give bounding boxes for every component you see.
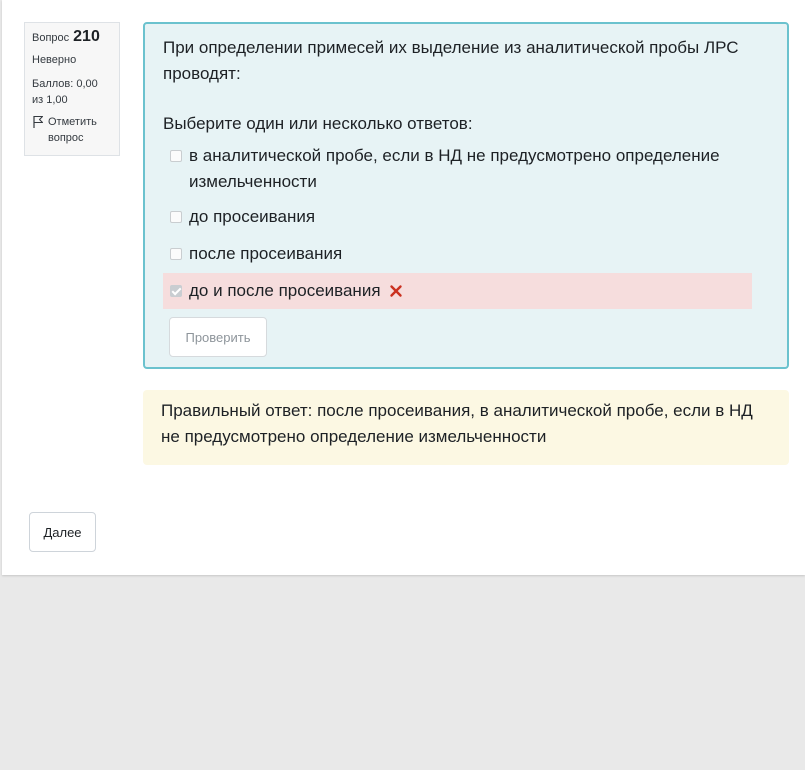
answer-option-1[interactable]: в аналитической пробе, если в НД не пред…	[163, 143, 752, 195]
next-button[interactable]: Далее	[29, 512, 96, 552]
question-number: 210	[73, 28, 100, 45]
right-answer-feedback: Правильный ответ: после просеивания, в а…	[143, 390, 789, 465]
page-card: Вопрос 210 Неверно Баллов: 0,00 из 1,00 …	[2, 0, 805, 575]
answer-checkbox-1[interactable]	[170, 150, 182, 162]
flag-question-label: Отметить вопрос	[48, 116, 97, 144]
question-info-panel: Вопрос 210 Неверно Баллов: 0,00 из 1,00 …	[24, 22, 120, 156]
answer-checkbox-4[interactable]	[170, 285, 182, 297]
flag-question-link[interactable]: Отметить вопрос	[32, 114, 112, 146]
question-state: Неверно	[32, 54, 77, 66]
answer-label-4: до и после просеивания	[189, 281, 381, 300]
question-grade: Баллов: 0,00 из 1,00	[32, 78, 98, 106]
answer-label-2: до просеивания	[189, 207, 316, 226]
answer-label-3: после просеивания	[189, 244, 343, 263]
answer-checkbox-2[interactable]	[170, 211, 182, 223]
answer-label-1: в аналитической пробе, если в НД не пред…	[189, 146, 720, 191]
answer-option-2[interactable]: до просеивания	[163, 204, 752, 230]
question-number-row: Вопрос 210	[32, 29, 112, 46]
question-label: Вопрос	[32, 32, 70, 44]
answer-option-4[interactable]: до и после просеивания	[163, 273, 752, 309]
flag-icon	[33, 115, 44, 128]
question-formulation: При определении примесей их выделение из…	[143, 22, 789, 369]
cross-icon	[390, 285, 402, 297]
check-button[interactable]: Проверить	[169, 317, 267, 357]
answer-checkbox-3[interactable]	[170, 248, 182, 260]
answer-prompt: Выберите один или несколько ответов:	[163, 114, 473, 133]
question-text: При определении примесей их выделение из…	[163, 38, 739, 83]
right-answer-text: Правильный ответ: после просеивания, в а…	[161, 401, 753, 446]
answer-option-3[interactable]: после просеивания	[163, 241, 752, 267]
